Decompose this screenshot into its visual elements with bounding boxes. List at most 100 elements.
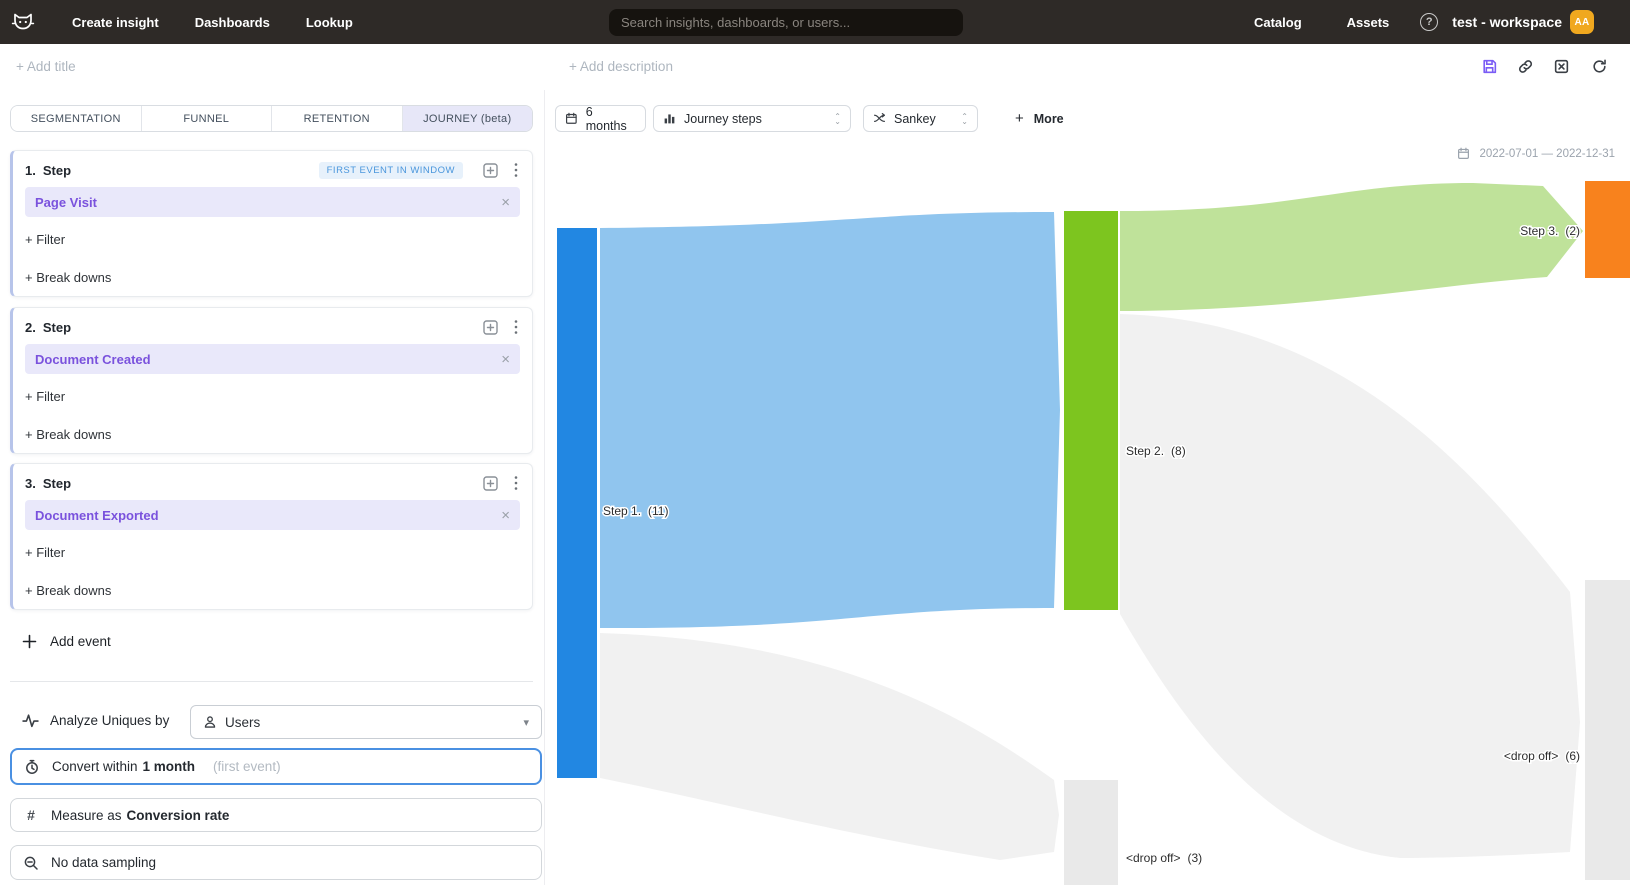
add-description-button[interactable]: + Add description (569, 59, 673, 74)
hash-icon: # (23, 807, 39, 823)
step-title: Step (43, 163, 71, 178)
select-arrows-icon: ⌃⌄ (961, 114, 968, 124)
remove-event-icon[interactable]: × (501, 352, 510, 367)
zoom-out-icon (23, 855, 39, 871)
tab-funnel[interactable]: FUNNEL (142, 106, 273, 131)
step-number: 2. (25, 320, 36, 335)
add-breakdown-button[interactable]: + Break downs (25, 583, 520, 598)
add-step-event-icon[interactable] (483, 163, 498, 178)
sankey-chart: Step 1.(11) Step 2.(8) Step 3.(2) <drop … (545, 168, 1630, 885)
sankey-node-step3[interactable] (1585, 181, 1630, 278)
add-breakdown-button[interactable]: + Break downs (25, 427, 520, 442)
chart-type-select[interactable]: Sankey ⌃⌄ (863, 105, 978, 132)
query-builder-panel: SEGMENTATION FUNNEL RETENTION JOURNEY (b… (0, 90, 544, 885)
event-chip-label: Page Visit (35, 195, 97, 210)
sankey-node-step1[interactable] (557, 228, 597, 778)
step-card-header: 1. Step FIRST EVENT IN WINDOW (25, 161, 520, 179)
nav-assets[interactable]: Assets (1347, 15, 1390, 30)
nav-catalog[interactable]: Catalog (1254, 15, 1302, 30)
group-by-select[interactable]: Journey steps ⌃⌄ (653, 105, 851, 132)
link-icon[interactable] (1517, 58, 1534, 75)
more-options-button[interactable]: + More (1015, 105, 1064, 132)
data-sampling-label: No data sampling (51, 855, 156, 870)
activity-icon (22, 712, 39, 729)
remove-event-icon[interactable]: × (501, 508, 510, 523)
step-card-header: 3. Step (25, 474, 520, 492)
add-event-button[interactable]: Add event (22, 634, 111, 649)
save-icon[interactable] (1481, 58, 1498, 75)
timer-icon (24, 759, 40, 775)
workspace-name[interactable]: test - workspace (1452, 14, 1562, 30)
data-sampling-row[interactable]: No data sampling (10, 845, 542, 880)
convert-within-hint: (first event) (213, 759, 281, 774)
sankey-link-step2-dropoff[interactable] (1120, 314, 1580, 858)
sankey-label-step1: Step 1.(11) (603, 504, 668, 518)
step-card-3: 3. Step Document Exported × + Filter + B… (10, 463, 533, 610)
group-by-value: Journey steps (684, 112, 762, 126)
nav-create-insight[interactable]: Create insight (72, 15, 159, 30)
clear-insight-icon[interactable] (1553, 58, 1570, 75)
calendar-icon (565, 112, 578, 125)
more-label: More (1034, 112, 1064, 126)
step-number: 1. (25, 163, 36, 178)
add-event-label: Add event (50, 634, 111, 649)
step-title: Step (43, 320, 71, 335)
sankey-node-dropoff-6[interactable] (1585, 580, 1630, 880)
first-event-badge: FIRST EVENT IN WINDOW (319, 162, 463, 179)
sankey-node-step2[interactable] (1064, 211, 1118, 610)
event-chip[interactable]: Document Exported × (25, 500, 520, 530)
sankey-label-step2: Step 2.(8) (1126, 444, 1186, 458)
chart-type-value: Sankey (894, 112, 936, 126)
avatar[interactable]: AA (1570, 10, 1594, 34)
analyze-by-label: Analyze Uniques by (50, 713, 169, 728)
analyze-by-value: Users (225, 715, 260, 730)
add-filter-button[interactable]: + Filter (25, 232, 520, 247)
add-filter-button[interactable]: + Filter (25, 545, 520, 560)
nav-lookup[interactable]: Lookup (306, 15, 353, 30)
measure-as-value: Conversion rate (127, 808, 230, 823)
measure-as-row[interactable]: # Measure as Conversion rate (10, 798, 542, 832)
analyze-by-select[interactable]: Users ▾ (190, 705, 542, 739)
conversion-window-row[interactable]: Convert within 1 month (first event) (10, 748, 542, 785)
nav-dashboards[interactable]: Dashboards (195, 15, 270, 30)
add-filter-button[interactable]: + Filter (25, 389, 520, 404)
sankey-link-step1-step2[interactable] (600, 212, 1060, 628)
add-title-button[interactable]: + Add title (16, 59, 76, 74)
select-arrows-icon: ⌃⌄ (834, 114, 841, 124)
tab-retention[interactable]: RETENTION (272, 106, 403, 131)
cat-logo-icon[interactable] (10, 10, 36, 34)
step-card-header: 2. Step (25, 318, 520, 336)
app-window: Create insight Dashboards Lookup Catalog… (0, 0, 1630, 885)
step-menu-icon[interactable] (514, 162, 520, 178)
insight-header-row: + Add title + Add description (0, 44, 1630, 90)
tab-segmentation[interactable]: SEGMENTATION (11, 106, 142, 131)
event-chip[interactable]: Document Created × (25, 344, 520, 374)
sankey-node-dropoff-3[interactable] (1064, 780, 1118, 885)
user-icon (203, 715, 217, 729)
chart-date-range-label: 2022-07-01 — 2022-12-31 (1479, 148, 1615, 160)
sankey-icon (873, 112, 886, 125)
step-menu-icon[interactable] (514, 319, 520, 335)
refresh-icon[interactable] (1591, 58, 1608, 75)
sankey-link-step2-step3[interactable] (1120, 183, 1583, 311)
chart-panel: 6 months Journey steps ⌃⌄ Sankey ⌃⌄ + Mo… (545, 90, 1630, 885)
nav-right-group: Catalog Assets ? test - workspace AA (1254, 0, 1594, 44)
search-input[interactable] (609, 9, 963, 36)
step-menu-icon[interactable] (514, 475, 520, 491)
measure-as-prefix: Measure as (51, 808, 122, 823)
add-step-event-icon[interactable] (483, 476, 498, 491)
tab-journey[interactable]: JOURNEY (beta) (403, 106, 533, 131)
add-step-event-icon[interactable] (483, 320, 498, 335)
add-breakdown-button[interactable]: + Break downs (25, 270, 520, 285)
sankey-link-step1-dropoff[interactable] (600, 633, 1059, 860)
event-chip-label: Document Exported (35, 508, 159, 523)
sankey-label-dropoff-6: <drop off>(6) (1504, 749, 1580, 763)
date-range-button[interactable]: 6 months (555, 105, 646, 132)
help-icon[interactable]: ? (1420, 13, 1438, 31)
step-card-2: 2. Step Document Created × + Filter + Br… (10, 307, 533, 454)
event-chip-label: Document Created (35, 352, 151, 367)
remove-event-icon[interactable]: × (501, 195, 510, 210)
calendar-icon (1457, 147, 1470, 160)
event-chip[interactable]: Page Visit × (25, 187, 520, 217)
chevron-down-icon: ▾ (523, 716, 529, 729)
